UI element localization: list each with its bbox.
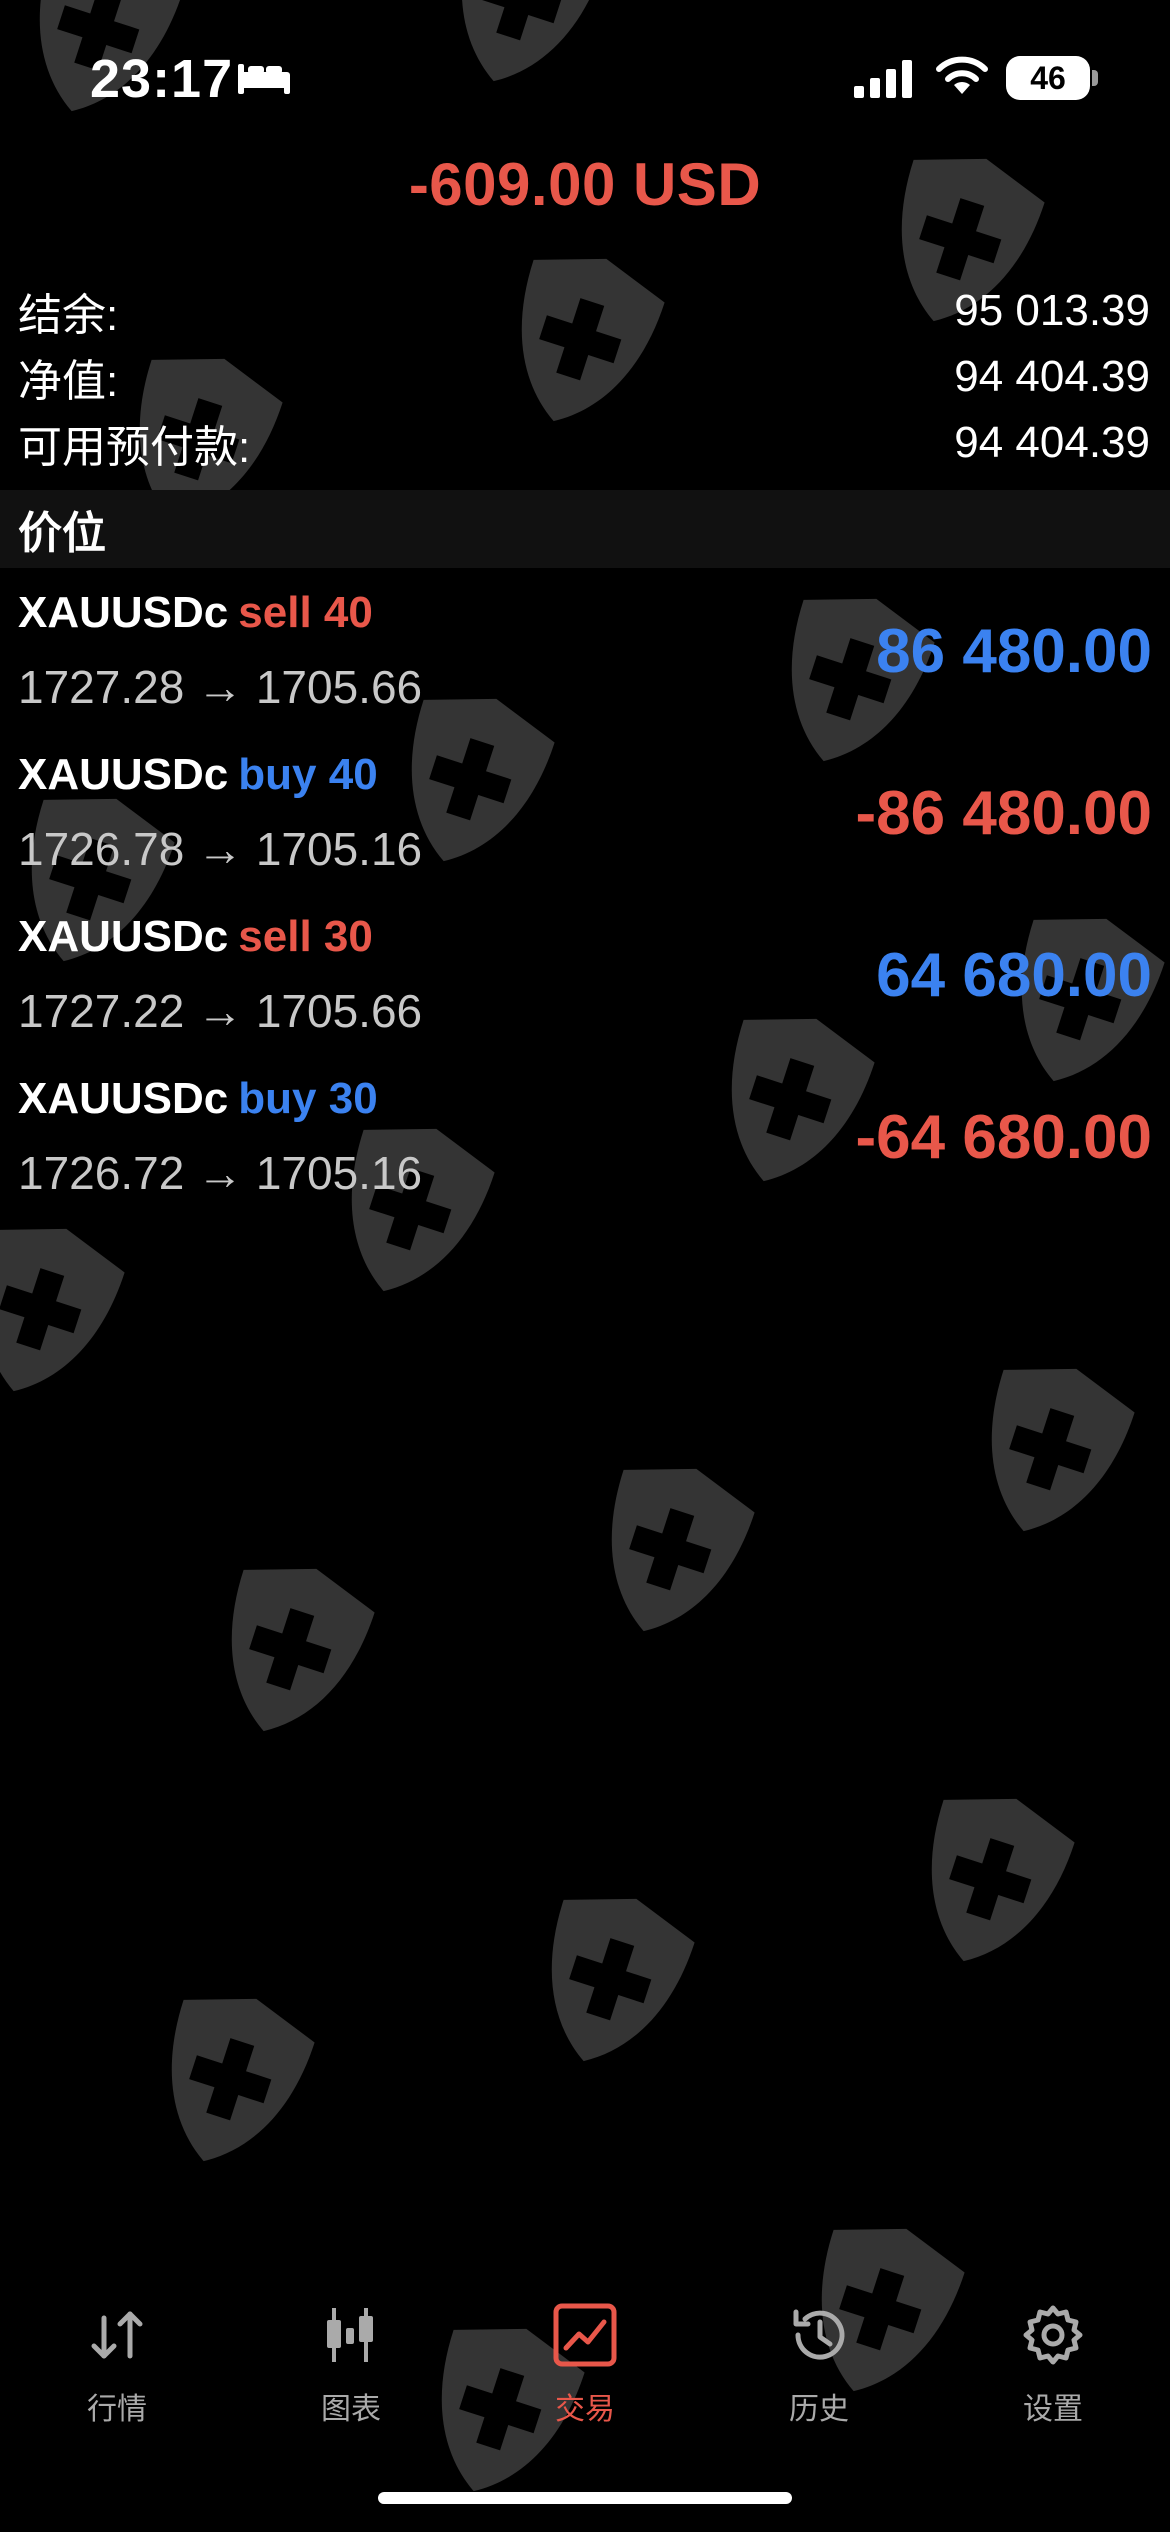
free-margin-value: 94 404.39 <box>954 418 1150 467</box>
positions-section-header: 价位 <box>0 490 1170 568</box>
position-title: XAUUSDc sell 30 <box>18 912 373 962</box>
tab-quotes-label: 行情 <box>87 2393 147 2426</box>
position-type: sell 40 <box>238 588 373 637</box>
tab-settings[interactable]: 设置 <box>936 2290 1170 2450</box>
tab-trade-label: 交易 <box>555 2393 615 2426</box>
bottom-tab-bar: 行情 图表 交易 历史 设置 <box>0 2290 1170 2450</box>
balance-row: 结余: 95 013.39 <box>18 280 1150 342</box>
tab-settings-label: 设置 <box>1023 2393 1083 2426</box>
balance-value: 95 013.39 <box>954 286 1150 335</box>
trade-icon <box>550 2300 620 2370</box>
chart-icon <box>316 2300 386 2370</box>
balance-label: 结余: <box>18 291 119 340</box>
status-time: 23:17 <box>90 49 234 109</box>
history-icon <box>784 2300 854 2370</box>
tab-history[interactable]: 历史 <box>702 2290 936 2450</box>
position-prices: 1727.28 → 1705.66 <box>18 661 423 713</box>
status-bar: 23:17 46 <box>0 0 1170 150</box>
equity-label: 净值: <box>18 357 119 406</box>
position-profit: -64 680.00 <box>855 1103 1152 1172</box>
position-profit: 86 480.00 <box>876 617 1152 686</box>
positions-section-title: 价位 <box>18 509 106 558</box>
position-row[interactable]: XAUUSDc buy 30 1726.72 → 1705.16 -64 680.… <box>0 1064 1170 1226</box>
tab-quotes[interactable]: 行情 <box>0 2290 234 2450</box>
app-screen: 23:17 46 -609.00 USD 结余: 95 013.39 净值: 9… <box>0 0 1170 2532</box>
position-symbol: XAUUSDc <box>18 1074 229 1123</box>
position-symbol: XAUUSDc <box>18 588 229 637</box>
battery-icon: 46 <box>1006 56 1090 100</box>
position-title: XAUUSDc buy 30 <box>18 1074 378 1124</box>
tab-trade[interactable]: 交易 <box>468 2290 702 2450</box>
tab-history-label: 历史 <box>789 2393 849 2426</box>
tab-chart[interactable]: 图表 <box>234 2290 468 2450</box>
quotes-icon <box>82 2300 152 2370</box>
position-row[interactable]: XAUUSDc sell 30 1727.22 → 1705.66 64 680.… <box>0 902 1170 1064</box>
home-indicator[interactable] <box>378 2492 792 2504</box>
position-prices: 1726.72 → 1705.16 <box>18 1147 423 1199</box>
sleep-icon <box>236 60 292 96</box>
position-prices: 1727.22 → 1705.66 <box>18 985 423 1037</box>
position-symbol: XAUUSDc <box>18 750 229 799</box>
free-margin-row: 可用预付款: 94 404.39 <box>18 412 1150 474</box>
position-profit: 64 680.00 <box>876 941 1152 1010</box>
settings-icon <box>1018 2300 1088 2370</box>
free-margin-label: 可用预付款: <box>18 423 251 472</box>
position-title: XAUUSDc buy 40 <box>18 750 378 800</box>
position-prices: 1726.78 → 1705.16 <box>18 823 423 875</box>
position-type: buy 40 <box>238 750 378 799</box>
battery-cap <box>1092 70 1098 86</box>
total-profit: -609.00 USD <box>408 151 762 218</box>
tab-chart-label: 图表 <box>321 2393 381 2426</box>
equity-value: 94 404.39 <box>954 352 1150 401</box>
position-type: buy 30 <box>238 1074 378 1123</box>
position-row[interactable]: XAUUSDc buy 40 1726.78 → 1705.16 -86 480.… <box>0 740 1170 902</box>
position-profit: -86 480.00 <box>855 779 1152 848</box>
signal-icon <box>852 58 916 98</box>
wifi-icon <box>934 54 990 98</box>
battery-level: 46 <box>1030 59 1066 96</box>
position-row[interactable]: XAUUSDc sell 40 1727.28 → 1705.66 86 480.… <box>0 578 1170 740</box>
position-type: sell 30 <box>238 912 373 961</box>
position-symbol: XAUUSDc <box>18 912 229 961</box>
equity-row: 净值: 94 404.39 <box>18 346 1150 408</box>
position-title: XAUUSDc sell 40 <box>18 588 373 638</box>
